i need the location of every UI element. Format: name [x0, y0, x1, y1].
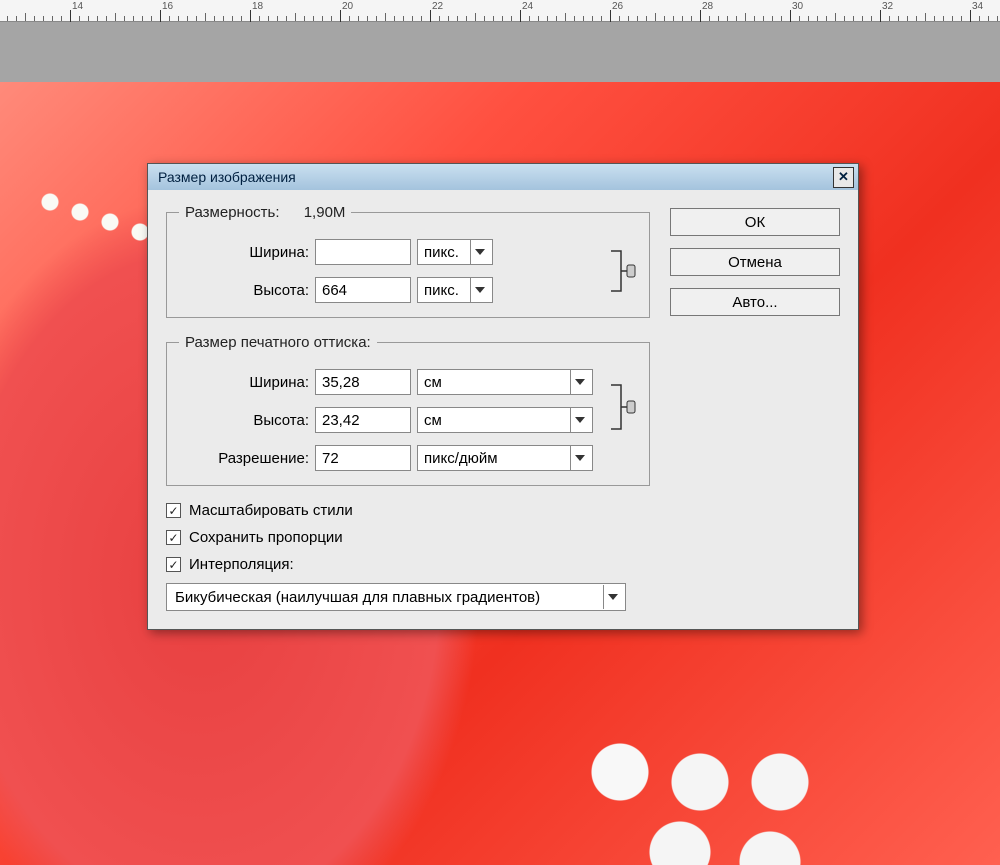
doc-width-input[interactable] [315, 369, 411, 395]
resample-checkbox[interactable]: ✓ [166, 557, 181, 572]
chevron-down-icon [475, 287, 485, 293]
select-value: Бикубическая (наилучшая для плавных град… [175, 589, 540, 606]
select-value: пикс. [424, 244, 459, 261]
pixel-height-label: Высота: [179, 282, 309, 299]
chevron-down-icon [575, 379, 585, 385]
interpolation-method-select[interactable]: Бикубическая (наилучшая для плавных град… [166, 583, 626, 611]
pixel-dimensions-legend: Размерность: 1,90M [179, 204, 351, 221]
chevron-down-icon [575, 455, 585, 461]
cancel-button[interactable]: Отмена [670, 248, 840, 276]
constrain-label: Сохранить пропорции [189, 529, 343, 546]
scale-styles-label: Масштабировать стили [189, 502, 353, 519]
select-value: см [424, 374, 442, 391]
pixel-dimensions-group: Размерность: 1,90M Ширина: пикс. [166, 204, 650, 318]
resample-label: Интерполяция: [189, 556, 294, 573]
chevron-down-icon [608, 594, 618, 600]
auto-button[interactable]: Авто... [670, 288, 840, 316]
doc-width-label: Ширина: [179, 374, 309, 391]
resolution-unit-select[interactable]: пикс/дюйм [417, 445, 593, 471]
chevron-down-icon [575, 417, 585, 423]
document-size-group: Размер печатного оттиска: Ширина: см [166, 334, 650, 486]
chevron-down-icon [475, 249, 485, 255]
horizontal-ruler: 121416182022242628303234 [0, 0, 1000, 22]
pixel-height-input[interactable] [315, 277, 411, 303]
dialog-titlebar[interactable]: Размер изображения ✕ [148, 164, 858, 190]
file-size-label: 1,90M [304, 204, 346, 221]
select-value: см [424, 412, 442, 429]
pixel-width-label: Ширина: [179, 244, 309, 261]
legend-label: Размерность: [185, 204, 280, 221]
pixel-width-unit-select[interactable]: пикс. [417, 239, 493, 265]
scale-styles-checkbox[interactable]: ✓ [166, 503, 181, 518]
ok-button[interactable]: ОК [670, 208, 840, 236]
close-button[interactable]: ✕ [833, 167, 854, 188]
canvas-gray-area [0, 22, 1000, 82]
pixel-width-input[interactable] [315, 239, 411, 265]
select-value: пикс/дюйм [424, 450, 498, 467]
image-size-dialog: Размер изображения ✕ Размерность: 1,90M … [147, 163, 859, 630]
constrain-proportions-checkbox[interactable]: ✓ [166, 530, 181, 545]
document-size-legend: Размер печатного оттиска: [179, 334, 377, 351]
resolution-input[interactable] [315, 445, 411, 471]
resolution-label: Разрешение: [179, 450, 309, 467]
pixel-height-unit-select[interactable]: пикс. [417, 277, 493, 303]
dialog-title: Размер изображения [158, 169, 296, 185]
doc-width-unit-select[interactable]: см [417, 369, 593, 395]
doc-height-input[interactable] [315, 407, 411, 433]
select-value: пикс. [424, 282, 459, 299]
doc-height-label: Высота: [179, 412, 309, 429]
constrain-link-icon [607, 373, 637, 451]
constrain-link-icon [607, 239, 637, 303]
doc-height-unit-select[interactable]: см [417, 407, 593, 433]
close-icon: ✕ [838, 169, 849, 185]
